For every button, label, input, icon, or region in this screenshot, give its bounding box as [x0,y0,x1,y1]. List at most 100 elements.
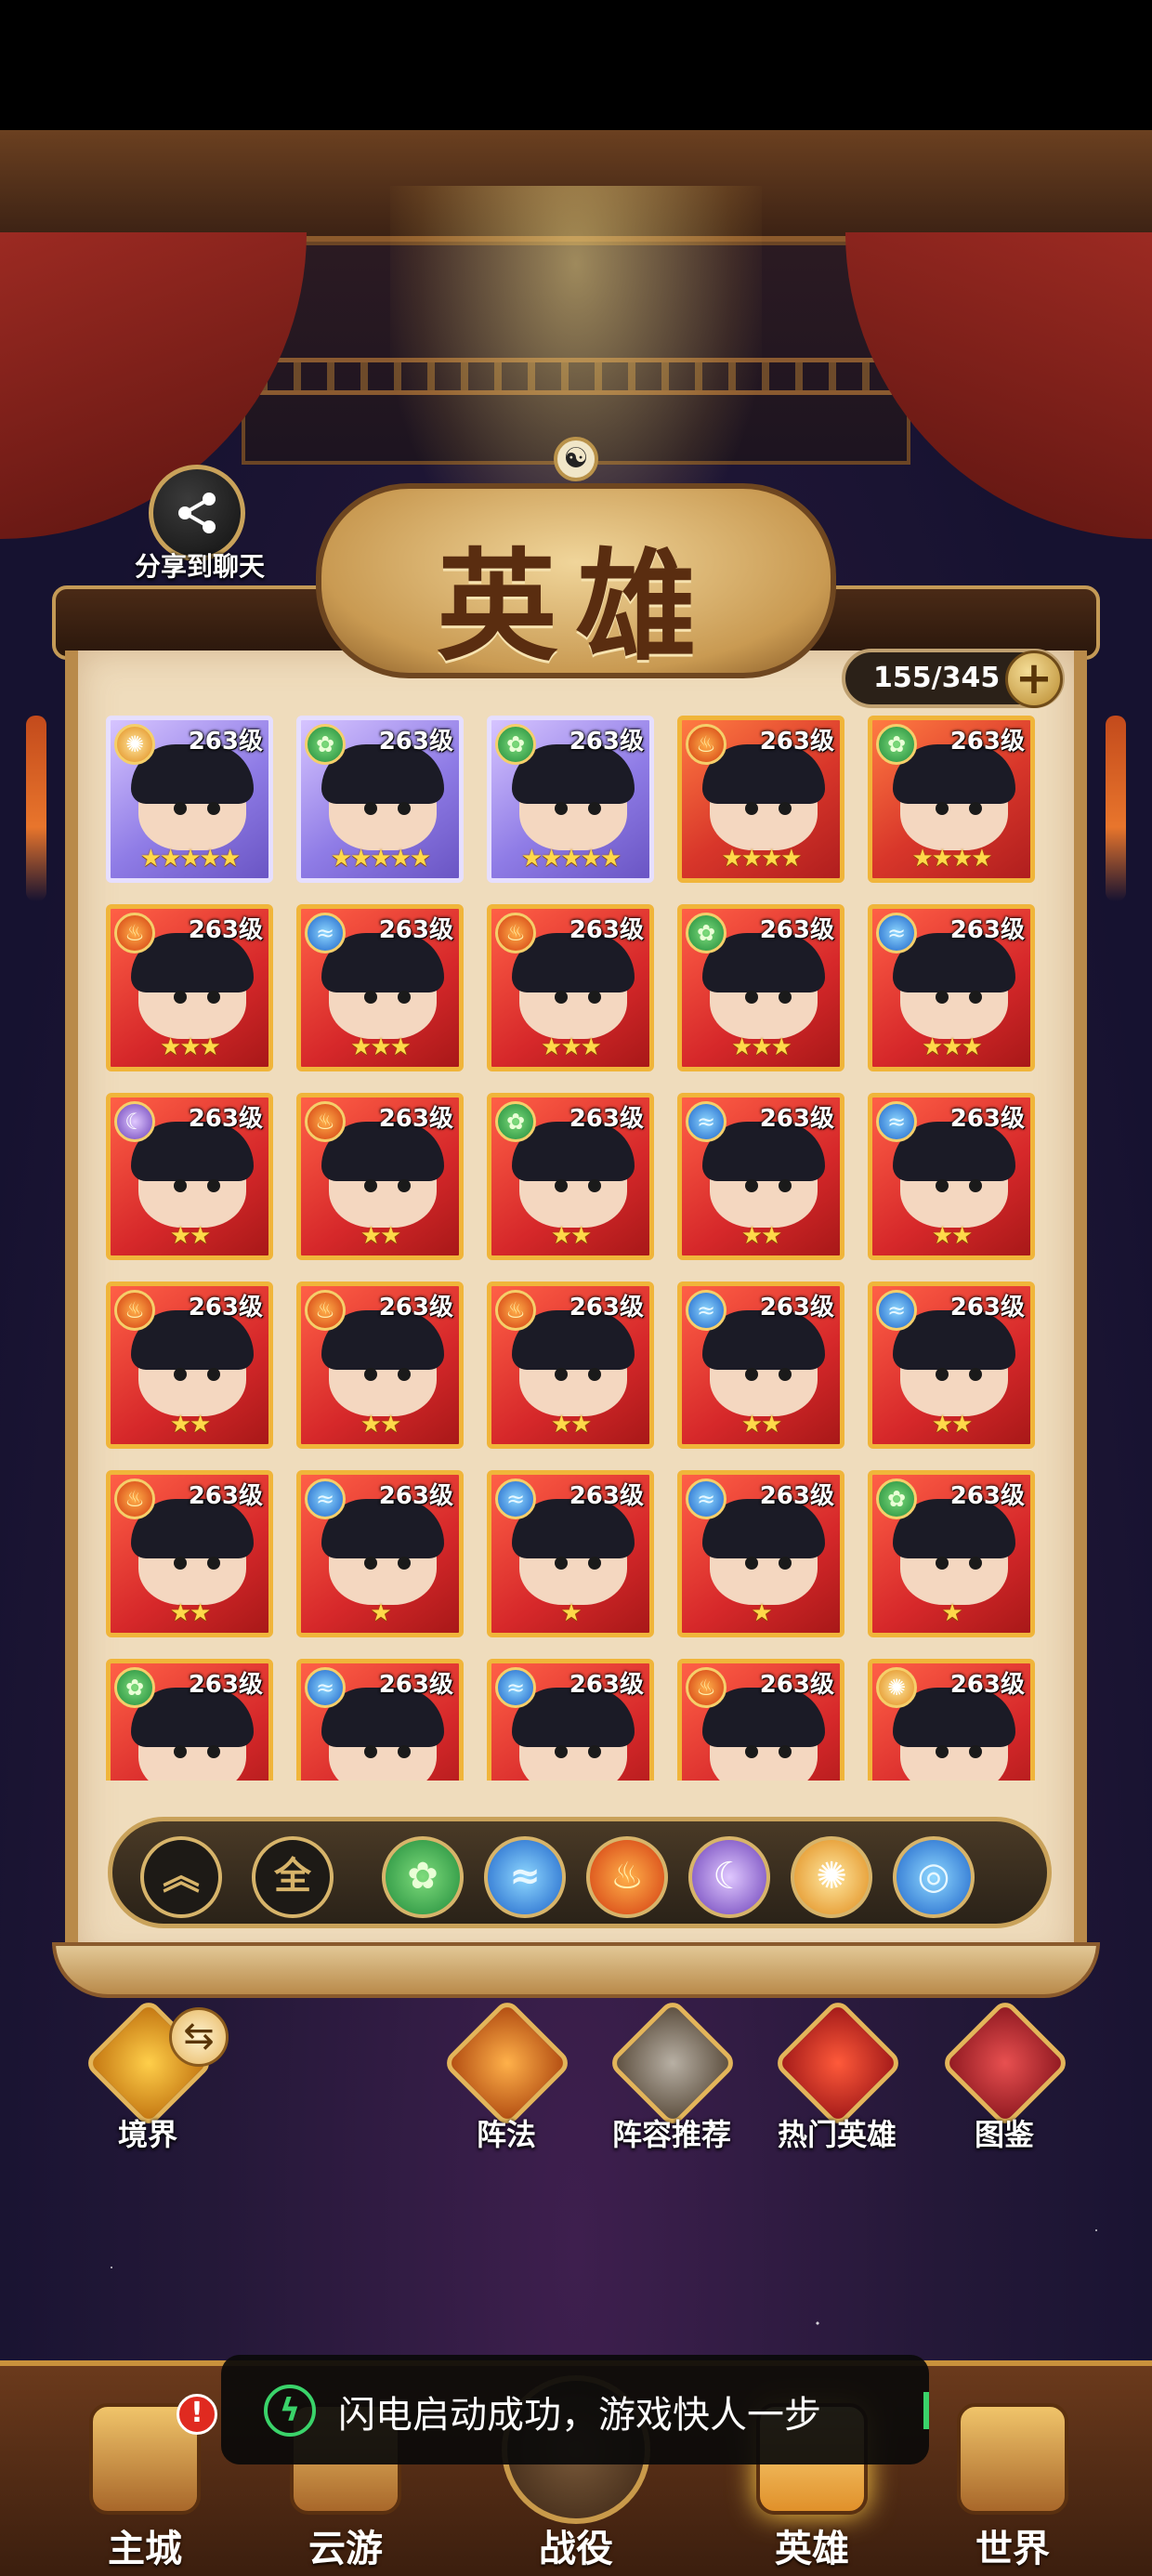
hero-level: 263级 [759,1482,834,1510]
hero-card[interactable]: ≈263级 ★ [677,1470,844,1637]
toast-accent [923,2392,929,2429]
formation-button[interactable]: 阵法 [437,1997,576,2152]
hero-stars: ★ [560,1599,582,1627]
hero-eye [364,991,377,1004]
hero-card[interactable]: ≈263级 ★★ [677,1093,844,1260]
filter-water-button[interactable]: ≈ [484,1836,566,1918]
hero-card[interactable]: ☾ 263级 ★★ [106,1093,273,1260]
wood-element-icon: ✿ [114,1667,155,1708]
hero-stars: ★★★★★ [520,845,622,873]
hero-stars: ★★★★★ [330,845,432,873]
hero-eye [174,1179,187,1192]
hero-card[interactable]: ≈263级 ★★ [677,1281,844,1449]
hero-card[interactable]: ≈263级 ★★★ [296,904,464,1071]
sort-button[interactable]: ︽ [140,1836,222,1918]
nav-world[interactable]: 世界 [929,2403,1096,2570]
filter-vortex-button[interactable]: ◎ [893,1836,975,1918]
hero-eye [364,1368,377,1381]
fire-element-icon: ♨ [495,1290,536,1331]
hero-level: 263级 [378,916,453,944]
hero-level: 263级 [569,1482,644,1510]
share-label[interactable]: 分享到聊天 [111,546,288,584]
filter-moon-button[interactable]: ☾ [688,1836,770,1918]
mountain-icon [957,2403,1068,2515]
hero-eye [555,991,568,1004]
hero-card[interactable]: ♨ 263级 ★★★ [487,904,654,1071]
hero-card[interactable]: ≈263级 ★★ [868,1281,1035,1449]
hero-card[interactable]: ♨ 263级 ★★ [296,1093,464,1260]
hero-eye [936,802,949,815]
hero-card[interactable]: ♨ 263级 ★★★ [106,904,273,1071]
hero-card[interactable]: ♨ 263级 [677,1659,844,1781]
water-element-icon: ≈ [509,1855,541,1898]
hero-eye [174,991,187,1004]
hero-stars: ★★★ [541,1033,602,1061]
hero-eye [936,1557,949,1570]
hero-eye [207,991,220,1004]
hero-level: 263级 [759,1105,834,1133]
hero-stars: ★★ [169,1599,212,1627]
water-element-icon: ≈ [876,913,917,953]
water-element-icon: ≈ [876,1290,917,1331]
hero-card[interactable]: ≈263级 ★★★ [868,904,1035,1071]
filter-sun-button[interactable]: ✺ [791,1836,872,1918]
filter-all-button[interactable]: 全 [252,1836,334,1918]
hero-level: 263级 [378,1671,453,1699]
hero-card[interactable]: ♨ 263级 ★★ [106,1470,273,1637]
hero-card[interactable]: ♨ 263级 ★★ [106,1281,273,1449]
hero-card[interactable]: ♨ 263级 ★★★★ [677,716,844,883]
fire-element-icon: ♨ [114,1479,155,1519]
hero-card[interactable]: ≈263级 ★ [487,1470,654,1637]
hero-stars: ★★★★★ [139,845,242,873]
hero-card[interactable]: ♨ 263级 ★★ [296,1281,464,1449]
water-element-icon: ≈ [305,1667,346,1708]
filter-fire-button[interactable]: ♨ [586,1836,668,1918]
expand-roster-button[interactable]: + [1005,651,1063,708]
nav-world-label: 世界 [975,2528,1050,2570]
hero-card[interactable]: ✿ 263级 ★★ [487,1093,654,1260]
filter-wood-button[interactable]: ✿ [382,1836,464,1918]
hero-eye [779,1179,792,1192]
hero-eye [745,1557,758,1570]
hero-card[interactable]: ✿ 263级 ★★★★ [868,716,1035,883]
hero-eye [745,1745,758,1758]
hero-stars: ★ [751,1599,772,1627]
hero-eye [779,1745,792,1758]
hero-eye [588,1557,601,1570]
hero-card[interactable]: ✿ 263级 ★★★★★ [487,716,654,883]
hero-card[interactable]: ✿ 263级 [106,1659,273,1781]
hero-stars: ★★ [740,1222,783,1250]
fire-element-icon: ♨ [495,913,536,953]
hero-card[interactable]: ≈263级 [296,1659,464,1781]
codex-button[interactable]: 图鉴 [935,1997,1074,2152]
hero-card[interactable]: ✺ 263级 [868,1659,1035,1781]
water-element-icon: ≈ [686,1479,727,1519]
moon-element-icon: ☾ [713,1855,746,1898]
lineup-recommend-button[interactable]: 阵容推荐 [602,1997,741,2152]
hero-eye [364,1557,377,1570]
hero-card[interactable]: ≈263级 ★★ [868,1093,1035,1260]
hero-stars: ★★ [169,1411,212,1439]
hero-eye [174,802,187,815]
hot-heroes-button[interactable]: 热门英雄 [767,1997,907,2152]
hero-eye [364,1745,377,1758]
hero-eye [207,1368,220,1381]
hero-eye [936,991,949,1004]
hero-card[interactable]: ≈263级 ★ [296,1470,464,1637]
water-element-icon: ≈ [686,1101,727,1142]
hero-card[interactable]: ≈263级 [487,1659,654,1781]
swap-icon[interactable]: ⇆ [169,2007,229,2067]
hero-level: 263级 [759,916,834,944]
hero-card[interactable]: ♨ 263级 ★★ [487,1281,654,1449]
hero-card[interactable]: ✿ 263级 ★★★★★ [296,716,464,883]
hero-eye [207,1745,220,1758]
hero-card[interactable]: ✿ 263级 ★★★ [677,904,844,1071]
formation-icon [441,1997,573,2129]
hero-card[interactable]: ✺ 263级 ★★★★★ [106,716,273,883]
lineup-label: 阵容推荐 [611,2117,731,2152]
hero-eye [745,1368,758,1381]
wood-element-icon: ✿ [407,1855,439,1898]
hero-grid-viewport[interactable]: ✺ 263级 ★★★★★ ✿ 263级 ★★★★★ ✿ 263级 ★★★★★ ♨ 263级 ★★★★ ✿… [106,716,1046,1781]
hero-card[interactable]: ✿ 263级 ★ [868,1470,1035,1637]
roster-count-text: 155/345 [873,662,1001,694]
